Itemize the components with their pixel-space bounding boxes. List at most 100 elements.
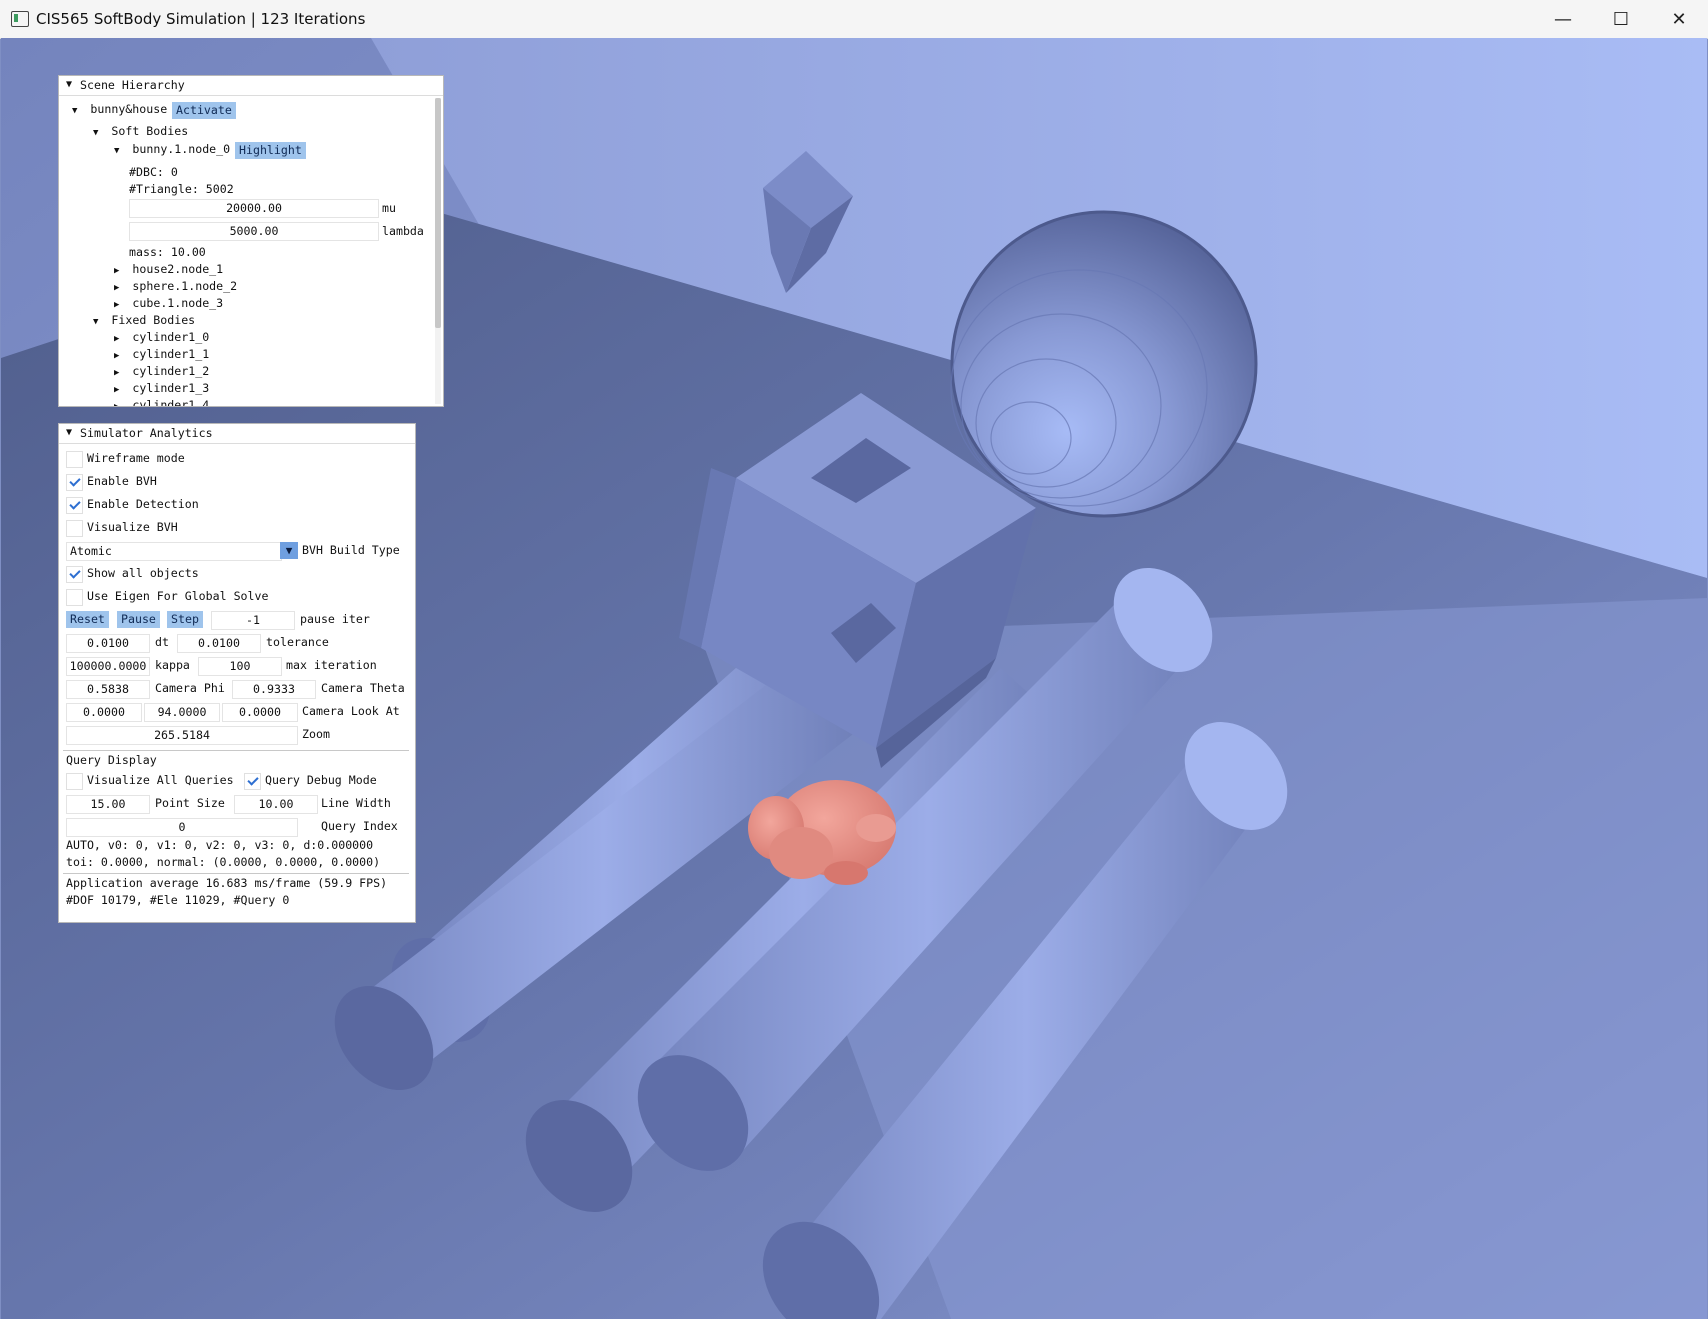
lambda-field[interactable]: 5000.00 [129, 222, 379, 241]
query-info-line2: toi: 0.0000, normal: (0.0000, 0.0000, 0.… [66, 855, 381, 869]
scrollbar-thumb[interactable] [435, 98, 441, 328]
expand-arrow-icon: ▼ [72, 106, 78, 116]
point-size-field[interactable]: 15.00 [66, 795, 150, 814]
soft-body-name: sphere.1.node_2 [132, 279, 238, 293]
fixed-body-node[interactable]: ▶ cylinder1_4 [114, 398, 210, 407]
look-at-x-field[interactable]: 0.0000 [66, 703, 142, 722]
collapsed-arrow-icon: ▶ [114, 283, 120, 293]
fixed-body-name: cylinder1_2 [132, 364, 210, 378]
lambda-label: lambda [382, 224, 424, 238]
step-button[interactable]: Step [167, 611, 203, 628]
soft-body-name: cube.1.node_3 [132, 296, 224, 310]
use-eigen-checkbox[interactable] [66, 589, 83, 606]
soft-bodies-node[interactable]: ▼ Soft Bodies [93, 124, 188, 138]
kappa-field[interactable]: 100000.0000 [66, 657, 150, 676]
fixed-body-node[interactable]: ▶ cylinder1_1 [114, 347, 209, 361]
query-info-line1: AUTO, v0: 0, v1: 0, v2: 0, v3: 0, d:0.00… [66, 838, 374, 852]
query-debug-label: Query Debug Mode [265, 773, 377, 787]
fixed-body-node[interactable]: ▶ cylinder1_2 [114, 364, 209, 378]
dropdown-arrow-icon[interactable]: ▼ [280, 542, 298, 559]
zoom-field[interactable]: 265.5184 [66, 726, 298, 745]
divider [63, 750, 409, 751]
line-width-field[interactable]: 10.00 [234, 795, 318, 814]
triangle-count: #Triangle: 5002 [129, 182, 234, 196]
reset-button[interactable]: Reset [66, 611, 109, 628]
camera-theta-label: Camera Theta [321, 681, 405, 695]
sphere-mesh [950, 210, 1258, 518]
maximize-icon: ☐ [1612, 8, 1630, 30]
fixed-body-name: cylinder1_0 [132, 330, 210, 344]
wireframe-checkbox[interactable] [66, 451, 83, 468]
visualize-bvh-label: Visualize BVH [87, 520, 178, 534]
bvh-build-type-select[interactable]: Atomic [66, 542, 282, 561]
show-all-objects-label: Show all objects [87, 566, 199, 580]
visualize-bvh-checkbox[interactable] [66, 520, 83, 537]
expand-arrow-icon: ▼ [93, 317, 99, 327]
analytics-title: Simulator Analytics [80, 426, 213, 440]
fixed-body-node[interactable]: ▶ cylinder1_3 [114, 381, 209, 395]
query-index-field[interactable]: 0 [66, 818, 298, 837]
mu-field[interactable]: 20000.00 [129, 199, 379, 218]
mass-value: mass: 10.00 [129, 245, 206, 259]
use-eigen-label: Use Eigen For Global Solve [87, 589, 269, 603]
app-window-icon [11, 11, 29, 27]
simulator-analytics-panel: ▼ Simulator Analytics Wireframe mode Ena… [58, 423, 416, 923]
soft-body-node-cube[interactable]: ▶ cube.1.node_3 [114, 296, 223, 310]
performance-stats: Application average 16.683 ms/frame (59.… [66, 876, 388, 890]
close-button[interactable]: ✕ [1650, 0, 1708, 38]
fixed-bodies-node[interactable]: ▼ Fixed Bodies [93, 313, 195, 327]
collapsed-arrow-icon: ▶ [114, 266, 120, 276]
tolerance-field[interactable]: 0.0100 [177, 634, 261, 653]
query-debug-checkbox[interactable] [244, 773, 261, 790]
soft-body-node-sphere[interactable]: ▶ sphere.1.node_2 [114, 279, 237, 293]
pause-button[interactable]: Pause [117, 611, 160, 628]
enable-bvh-checkbox[interactable] [66, 474, 83, 491]
max-iteration-field[interactable]: 100 [198, 657, 282, 676]
pause-iter-label: pause iter [300, 612, 370, 626]
activate-button[interactable]: Activate [172, 102, 236, 119]
bvh-build-type-label: BVH Build Type [302, 543, 400, 557]
mu-label: mu [382, 201, 396, 215]
scene-node[interactable]: ▼ bunny&house [72, 102, 167, 116]
soft-body-name: bunny.1.node_0 [132, 142, 231, 156]
scene-hierarchy-scrollbar[interactable] [435, 98, 441, 404]
collapsed-arrow-icon: ▶ [114, 351, 120, 361]
scene-hierarchy-panel: ▼ Scene Hierarchy ▼ bunny&house Activate… [58, 75, 444, 407]
expand-arrow-icon: ▼ [114, 146, 120, 156]
point-size-label: Point Size [155, 796, 225, 810]
analytics-header[interactable]: ▼ Simulator Analytics [59, 424, 415, 444]
fixed-body-name: cylinder1_4 [132, 398, 210, 407]
fixed-bodies-label: Fixed Bodies [111, 313, 196, 327]
visualize-queries-checkbox[interactable] [66, 773, 83, 790]
close-icon: ✕ [1671, 8, 1687, 30]
look-at-y-field[interactable]: 94.0000 [144, 703, 220, 722]
scene-name: bunny&house [90, 102, 168, 116]
fixed-body-node[interactable]: ▶ cylinder1_0 [114, 330, 209, 344]
soft-body-node-bunny[interactable]: ▼ bunny.1.node_0 [114, 142, 230, 156]
camera-phi-field[interactable]: 0.5838 [66, 680, 150, 699]
kappa-label: kappa [155, 658, 190, 672]
dt-field[interactable]: 0.0100 [66, 634, 150, 653]
enable-detection-label: Enable Detection [87, 497, 199, 511]
look-at-z-field[interactable]: 0.0000 [222, 703, 298, 722]
collapsed-arrow-icon: ▶ [114, 402, 120, 407]
scene-hierarchy-title: Scene Hierarchy [80, 78, 185, 92]
line-width-label: Line Width [321, 796, 391, 810]
pause-iter-field[interactable]: -1 [211, 611, 295, 630]
collapse-arrow-icon: ▼ [66, 427, 73, 438]
collapsed-arrow-icon: ▶ [114, 300, 120, 310]
enable-detection-checkbox[interactable] [66, 497, 83, 514]
minimize-button[interactable]: — [1534, 0, 1592, 38]
mesh-stats: #DOF 10179, #Ele 11029, #Query 0 [66, 893, 290, 907]
max-iteration-label: max iteration [286, 658, 377, 672]
wireframe-label: Wireframe mode [87, 451, 185, 465]
show-all-objects-checkbox[interactable] [66, 566, 83, 583]
camera-theta-field[interactable]: 0.9333 [232, 680, 316, 699]
highlight-button[interactable]: Highlight [235, 142, 306, 159]
scene-hierarchy-header[interactable]: ▼ Scene Hierarchy [59, 76, 443, 96]
maximize-button[interactable]: ☐ [1592, 0, 1650, 38]
collapsed-arrow-icon: ▶ [114, 385, 120, 395]
soft-body-node-house[interactable]: ▶ house2.node_1 [114, 262, 223, 276]
dt-label: dt [155, 635, 169, 649]
divider [63, 873, 409, 874]
